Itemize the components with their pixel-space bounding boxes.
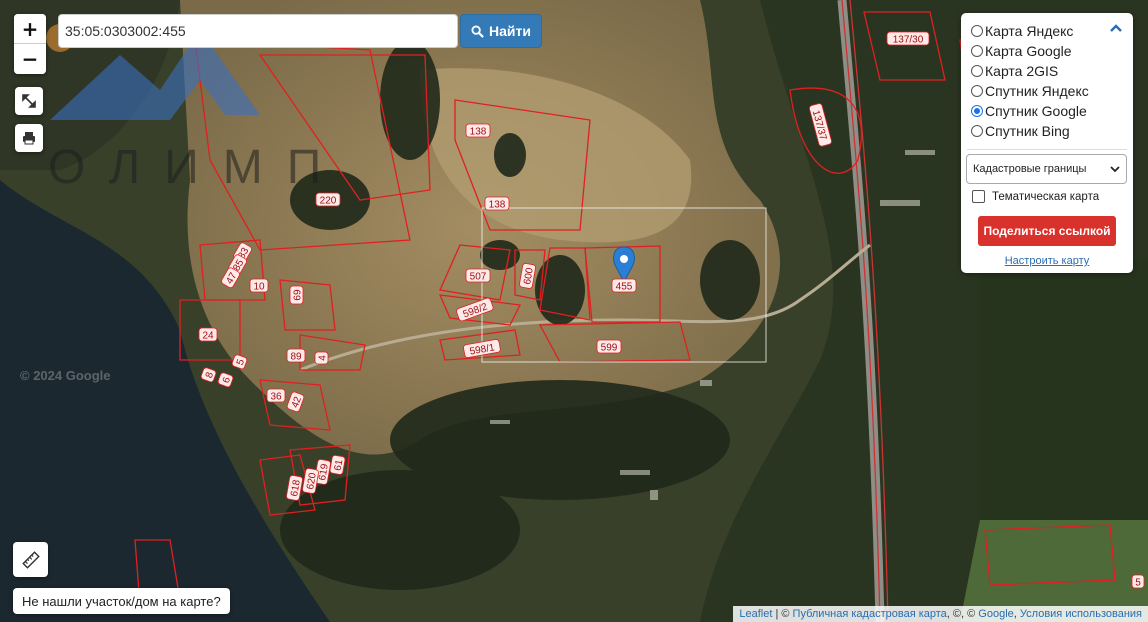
layer-option[interactable]: Карта 2GIS <box>971 61 1089 81</box>
leaflet-link[interactable]: Leaflet <box>739 608 772 620</box>
checkbox-box[interactable] <box>972 190 985 203</box>
cadastral-search-input[interactable] <box>58 14 458 48</box>
zoom-in-button[interactable]: + <box>14 14 46 44</box>
layer-option[interactable]: Карта Яндекс <box>971 21 1089 41</box>
chevron-up-icon[interactable] <box>1109 23 1123 33</box>
thematic-map-label: Тематическая карта <box>992 190 1100 203</box>
print-icon <box>23 132 35 145</box>
radio-button[interactable] <box>971 65 983 77</box>
print-button[interactable] <box>15 124 43 152</box>
setup-map-link[interactable]: Настроить карту <box>961 255 1133 267</box>
radio-button[interactable] <box>971 85 983 97</box>
layer-option[interactable]: Спутник Google <box>971 101 1089 121</box>
fullscreen-button[interactable] <box>15 87 43 115</box>
share-link-button[interactable]: Поделиться ссылкой <box>978 216 1116 246</box>
thematic-map-checkbox[interactable]: Тематическая карта <box>972 190 1099 203</box>
overlay-select[interactable]: Кадастровые границы <box>966 154 1127 184</box>
layer-option-label: Карта Яндекс <box>985 23 1074 39</box>
layer-option-label: Карта 2GIS <box>985 63 1059 79</box>
layer-option[interactable]: Спутник Яндекс <box>971 81 1089 101</box>
radio-button[interactable] <box>971 125 983 137</box>
chevron-down-icon <box>1110 165 1120 172</box>
panel-divider <box>967 149 1127 150</box>
measure-button[interactable] <box>13 542 48 577</box>
search-button-label: Найти <box>489 23 531 39</box>
layer-option[interactable]: Карта Google <box>971 41 1089 61</box>
expand-icon <box>22 94 36 108</box>
layer-option[interactable]: Спутник Bing <box>971 121 1089 141</box>
layer-option-label: Спутник Bing <box>985 123 1070 139</box>
search-icon <box>471 24 484 38</box>
layer-option-label: Спутник Google <box>985 103 1087 119</box>
radio-button[interactable] <box>971 105 983 117</box>
overlay-select-value: Кадастровые границы <box>973 163 1087 175</box>
watermark-logo-text: ОЛИМП <box>48 141 346 194</box>
layer-option-label: Спутник Яндекс <box>985 83 1089 99</box>
attribution-sep-2: , ©, © <box>946 608 979 620</box>
google-watermark: © 2024 Google <box>20 368 111 383</box>
attribution-sep-1: | © <box>772 608 793 620</box>
base-layer-list: Карта Яндекс Карта Google Карта 2GIS Спутни… <box>971 21 1089 141</box>
search-button[interactable]: Найти <box>460 14 542 48</box>
layer-panel: Карта Яндекс Карта Google Карта 2GIS Спутни… <box>961 13 1133 273</box>
ruler-icon <box>21 550 40 569</box>
zoom-out-button[interactable]: − <box>14 44 46 74</box>
zoom-control: + − <box>14 14 46 74</box>
google-link[interactable]: Google <box>978 608 1013 620</box>
radio-button[interactable] <box>971 25 983 37</box>
layer-option-label: Карта Google <box>985 43 1072 59</box>
radio-button[interactable] <box>971 45 983 57</box>
not-found-button[interactable]: Не нашли участок/дом на карте? <box>13 588 230 614</box>
cadastral-map-link[interactable]: Публичная кадастровая карта <box>793 608 947 620</box>
attribution-bar: Leaflet | © Публичная кадастровая карта,… <box>733 606 1148 622</box>
terms-link[interactable]: Условия использования <box>1020 608 1142 620</box>
